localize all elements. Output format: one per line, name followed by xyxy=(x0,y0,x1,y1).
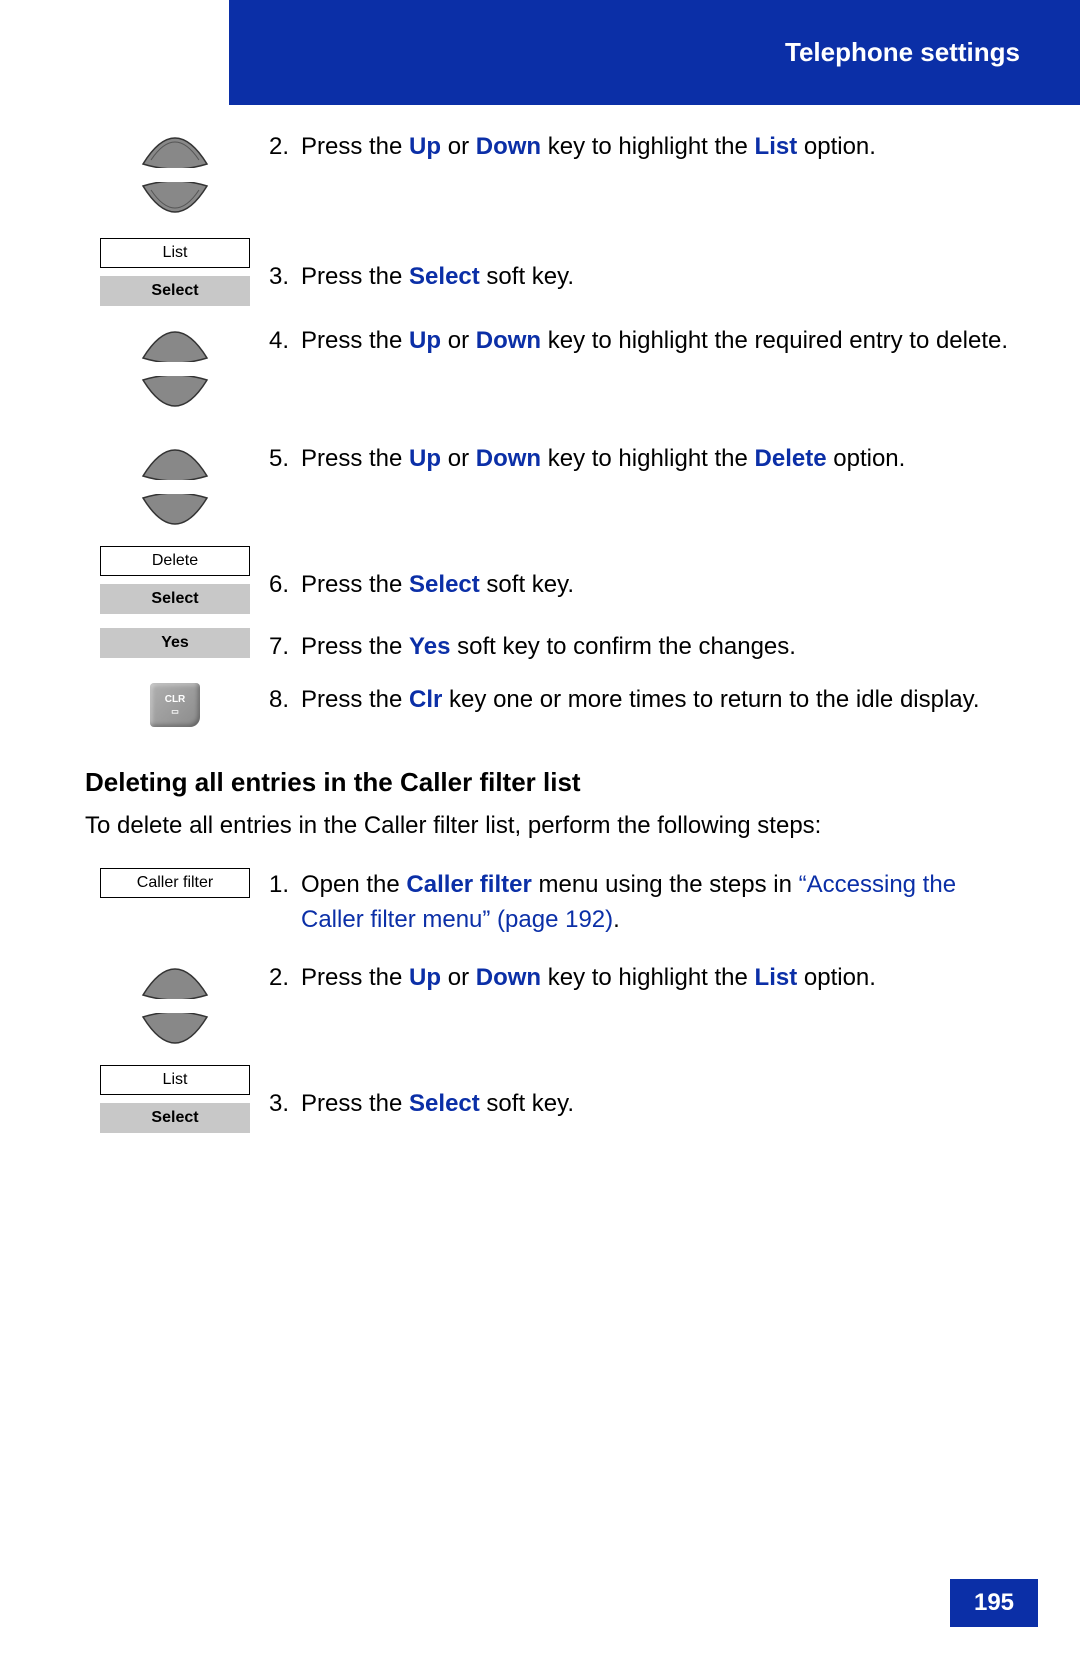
step-row: Delete Select 6. Press the Select soft k… xyxy=(85,546,1020,614)
select-softkey-icon: Select xyxy=(100,584,250,614)
step-row: CLR ▭ 8. Press the Clr key one or more t… xyxy=(85,683,1020,727)
keyword: Down xyxy=(476,327,541,354)
keyword: Select xyxy=(409,1090,480,1117)
keyword: Up xyxy=(409,133,441,160)
step-text: Press the Up or Down key to highlight th… xyxy=(301,961,1020,996)
step-number: 8. xyxy=(265,683,301,718)
clr-key-sub-icon: ▭ xyxy=(171,707,179,716)
step-text: Press the Up or Down key to highlight th… xyxy=(301,442,1020,477)
step-row: 2. Press the Up or Down key to highlight… xyxy=(85,961,1020,1051)
clr-key-label: CLR xyxy=(165,694,186,705)
keyword: Down xyxy=(476,964,541,991)
keyword: List xyxy=(755,964,798,991)
keyword: Up xyxy=(409,964,441,991)
step-text: Press the Select soft key. xyxy=(301,1087,1020,1122)
step-number: 6. xyxy=(265,568,301,603)
page-number: 195 xyxy=(974,1589,1014,1617)
clr-key-icon: CLR ▭ xyxy=(150,683,200,727)
step-text: Press the Clr key one or more times to r… xyxy=(301,683,1020,718)
up-down-key-icon xyxy=(135,130,215,220)
step-number: 3. xyxy=(265,1087,301,1122)
step-number: 2. xyxy=(265,130,301,165)
keyword: Yes xyxy=(409,633,450,660)
step-text: Press the Up or Down key to highlight th… xyxy=(301,324,1020,359)
up-down-key-icon xyxy=(135,961,215,1051)
step-number: 1. xyxy=(265,868,301,903)
select-softkey-icon: Select xyxy=(100,276,250,306)
keyword: Down xyxy=(476,133,541,160)
keyword: Caller filter xyxy=(406,871,531,898)
keyword: Clr xyxy=(409,686,442,713)
step-text: Press the Select soft key. xyxy=(301,568,1020,603)
keyword: Up xyxy=(409,445,441,472)
up-down-key-icon xyxy=(135,442,215,532)
keyword: Up xyxy=(409,327,441,354)
step-row: Caller filter 1. Open the Caller filter … xyxy=(85,868,1020,938)
keyword: Delete xyxy=(755,445,827,472)
step-row: List Select 3. Press the Select soft key… xyxy=(85,1065,1020,1133)
yes-softkey-icon: Yes xyxy=(100,628,250,658)
step-number: 4. xyxy=(265,324,301,359)
page-number-badge: 195 xyxy=(950,1579,1038,1627)
keyword: Select xyxy=(409,571,480,598)
step-text: Press the Yes soft key to confirm the ch… xyxy=(301,630,1020,665)
list-button-icon: List xyxy=(100,238,250,268)
step-number: 2. xyxy=(265,961,301,996)
page-content: 2. Press the Up or Down key to highlight… xyxy=(85,130,1020,1139)
caller-filter-button-icon: Caller filter xyxy=(100,868,250,898)
select-softkey-icon: Select xyxy=(100,1103,250,1133)
keyword: Down xyxy=(476,445,541,472)
step-row: 4. Press the Up or Down key to highlight… xyxy=(85,324,1020,414)
step-text: Press the Up or Down key to highlight th… xyxy=(301,130,1020,165)
keyword: Select xyxy=(409,263,480,290)
step-row: 5. Press the Up or Down key to highlight… xyxy=(85,442,1020,532)
step-text: Open the Caller filter menu using the st… xyxy=(301,868,1020,938)
page-header: Telephone settings xyxy=(229,0,1080,105)
step-row: List Select 3. Press the Select soft key… xyxy=(85,238,1020,306)
step-number: 3. xyxy=(265,260,301,295)
keyword: List xyxy=(755,133,798,160)
header-title: Telephone settings xyxy=(785,37,1020,68)
section-heading: Deleting all entries in the Caller filte… xyxy=(85,767,1020,798)
step-text: Press the Select soft key. xyxy=(301,260,1020,295)
step-number: 5. xyxy=(265,442,301,477)
section-intro: To delete all entries in the Caller filt… xyxy=(85,812,1020,840)
step-row: 2. Press the Up or Down key to highlight… xyxy=(85,130,1020,220)
up-down-key-icon xyxy=(135,324,215,414)
delete-button-icon: Delete xyxy=(100,546,250,576)
step-number: 7. xyxy=(265,630,301,665)
step-row: Yes 7. Press the Yes soft key to confirm… xyxy=(85,628,1020,665)
list-button-icon: List xyxy=(100,1065,250,1095)
